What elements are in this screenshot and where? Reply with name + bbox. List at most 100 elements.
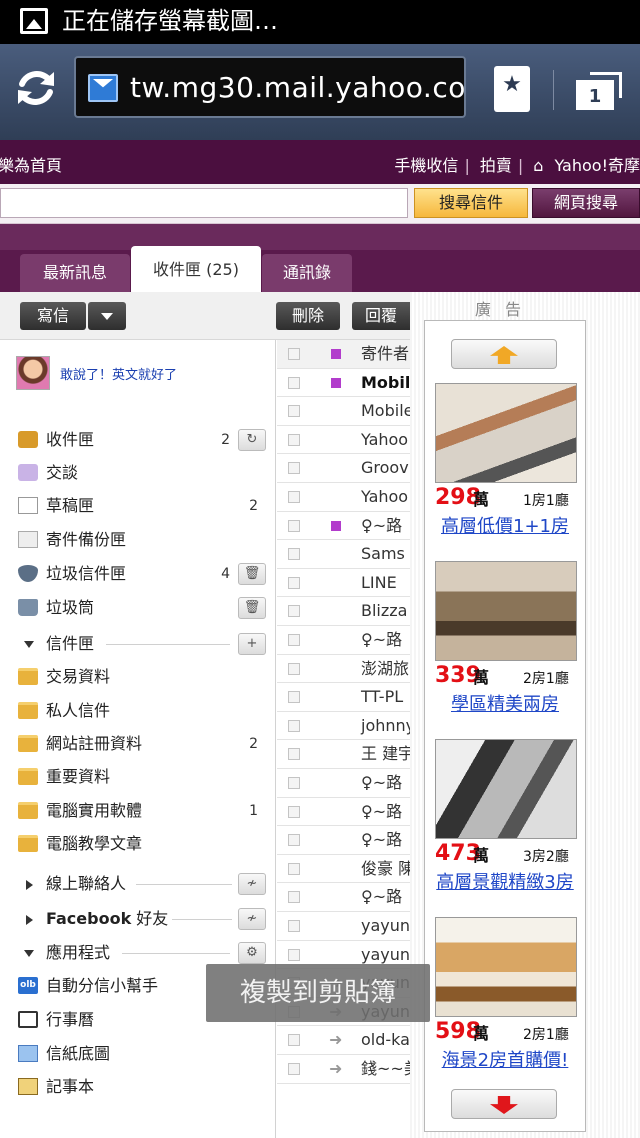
row-checkbox[interactable]	[288, 433, 300, 446]
tab-contacts[interactable]: 通訊錄	[262, 254, 352, 292]
mail-row[interactable]: ♀~路	[277, 798, 410, 827]
row-checkbox[interactable]	[288, 777, 300, 789]
row-checkbox[interactable]	[288, 376, 300, 389]
row-checkbox[interactable]	[288, 1034, 300, 1047]
mail-row[interactable]: Mobile	[277, 397, 410, 426]
ad-listing[interactable]: 298 萬 1房1廳 高層低價1+1房	[425, 383, 585, 561]
row-checkbox[interactable]	[288, 662, 300, 675]
listing-title-link[interactable]: 高層景觀精緻3房	[425, 871, 585, 895]
search-input[interactable]	[0, 188, 408, 218]
promo-banner[interactable]: 敢說了！英文就好了	[16, 356, 276, 396]
sidebar-item-drafts[interactable]: 草稿匣 2	[16, 491, 266, 521]
mail-row[interactable]: yayun	[277, 912, 410, 941]
mail-row[interactable]: ♀~路	[277, 826, 410, 855]
mail-row[interactable]: ♀~路	[277, 512, 410, 541]
app-item[interactable]: 信紙底圖	[16, 1039, 266, 1069]
mail-row[interactable]: Groov	[277, 454, 410, 483]
sidebar-item-conversations[interactable]: 交談	[16, 458, 266, 488]
mail-row[interactable]: Mobile	[277, 369, 410, 398]
row-checkbox[interactable]	[288, 576, 300, 589]
tabs-button[interactable]: 1	[576, 72, 622, 112]
ad-listing[interactable]: 473 萬 3房2廳 高層景觀精緻3房	[425, 739, 585, 917]
gear-icon[interactable]: ⚙	[238, 942, 266, 964]
mail-row[interactable]: ♀~路	[277, 883, 410, 912]
online-contacts-header[interactable]: 線上聯絡人 ≁	[16, 869, 266, 899]
search-mail-button[interactable]: 搜尋信件	[414, 188, 528, 218]
facebook-friends-header[interactable]: Facebook 好友 ≁	[16, 904, 266, 934]
row-checkbox[interactable]	[288, 805, 300, 818]
sidebar-item-spam[interactable]: 垃圾信件匣 4 🗑	[16, 559, 266, 589]
mail-row[interactable]: johnny	[277, 712, 410, 741]
status-pulse-icon[interactable]: ≁	[238, 873, 266, 895]
refresh-icon[interactable]	[12, 64, 60, 112]
mail-row[interactable]: 王 建宇	[277, 740, 410, 769]
yahoo-home-link[interactable]: Yahoo!奇摩	[554, 156, 640, 175]
folder-item[interactable]: 交易資料	[16, 662, 266, 692]
row-checkbox[interactable]	[288, 719, 300, 732]
mail-row[interactable]: 俊豪 陳	[277, 855, 410, 884]
row-checkbox[interactable]	[288, 605, 300, 618]
reply-button[interactable]: 回覆	[352, 302, 410, 330]
folder-item[interactable]: 私人信件	[16, 696, 266, 726]
row-checkbox[interactable]	[288, 491, 300, 503]
row-checkbox[interactable]	[288, 634, 300, 646]
row-checkbox[interactable]	[288, 519, 300, 532]
folder-item[interactable]: 網站註冊資料 2	[16, 729, 266, 759]
folder-item[interactable]: 電腦教學文章	[16, 829, 266, 859]
mail-row[interactable]: ➜ old-ka	[277, 1026, 410, 1055]
sidebar-item-inbox[interactable]: 收件匣 2 ↻	[16, 425, 266, 455]
folders-section-header[interactable]: 信件匣 +	[16, 629, 266, 659]
listing-title-link[interactable]: 學區精美兩房	[425, 693, 585, 717]
row-checkbox[interactable]	[288, 891, 300, 904]
row-checkbox[interactable]	[288, 748, 300, 761]
tab-news[interactable]: 最新訊息	[20, 254, 130, 292]
mail-row[interactable]: ➜ 錢~~美	[277, 1055, 410, 1084]
compose-dropdown-button[interactable]	[88, 302, 126, 330]
compose-button[interactable]: 寫信	[20, 302, 86, 330]
sidebar-item-trash[interactable]: 垃圾筒 🗑	[16, 593, 266, 623]
mobile-mail-link[interactable]: 手機收信	[394, 156, 458, 175]
bookmark-star-icon[interactable]: ★	[494, 66, 530, 112]
ad-listing[interactable]: 598 萬 2房1廳 海景2房首購價!	[425, 917, 585, 1095]
tab-inbox[interactable]: 收件匣 (25)	[131, 246, 261, 292]
mail-row[interactable]: LINE	[277, 569, 410, 598]
home-icon[interactable]: ⌂	[533, 156, 543, 175]
web-search-button[interactable]: 網頁搜尋	[532, 188, 640, 218]
refresh-inbox-icon[interactable]: ↻	[238, 429, 266, 451]
row-checkbox[interactable]	[288, 862, 300, 875]
ad-listing[interactable]: 339 萬 2房1廳 學區精美兩房	[425, 561, 585, 739]
mail-row[interactable]: ♀~路	[277, 626, 410, 655]
mail-row[interactable]: Blizza	[277, 597, 410, 626]
auction-link[interactable]: 拍賣	[480, 156, 512, 175]
mail-row[interactable]: Yahoo	[277, 426, 410, 455]
mail-row[interactable]: 澎湖旅	[277, 655, 410, 684]
row-checkbox[interactable]	[288, 462, 300, 475]
row-checkbox[interactable]	[288, 405, 300, 418]
add-folder-icon[interactable]: +	[238, 633, 266, 655]
ad-scroll-up-button[interactable]	[451, 339, 557, 369]
row-checkbox[interactable]	[288, 548, 300, 561]
address-bar[interactable]: tw.mg30.mail.yahoo.com/1	[74, 56, 466, 118]
row-checkbox[interactable]	[288, 691, 300, 704]
mail-row[interactable]: Yahoo	[277, 483, 410, 512]
row-checkbox[interactable]	[288, 920, 300, 932]
sidebar-item-sent[interactable]: 寄件備份匣	[16, 525, 266, 555]
folder-item[interactable]: 重要資料	[16, 762, 266, 792]
listing-title-link[interactable]: 海景2房首購價!	[425, 1049, 585, 1073]
set-homepage-link[interactable]: 樂為首頁	[0, 152, 62, 176]
status-pulse-icon[interactable]: ≁	[238, 908, 266, 930]
sender-column-header[interactable]: 寄件者	[361, 340, 409, 368]
mail-row[interactable]: ♀~路	[277, 769, 410, 798]
mail-row[interactable]: TT-PL	[277, 683, 410, 712]
mail-row[interactable]: Sams	[277, 540, 410, 569]
empty-spam-icon[interactable]: 🗑	[238, 563, 266, 585]
select-all-checkbox[interactable]	[288, 348, 300, 360]
empty-trash-icon[interactable]: 🗑	[238, 597, 266, 619]
delete-button[interactable]: 刪除	[276, 302, 340, 330]
row-checkbox[interactable]	[288, 948, 300, 961]
row-checkbox[interactable]	[288, 1063, 300, 1075]
ad-scroll-down-button[interactable]	[451, 1089, 557, 1119]
app-item[interactable]: 記事本	[16, 1072, 266, 1102]
row-checkbox[interactable]	[288, 834, 300, 847]
folder-item[interactable]: 電腦實用軟體 1	[16, 796, 266, 826]
